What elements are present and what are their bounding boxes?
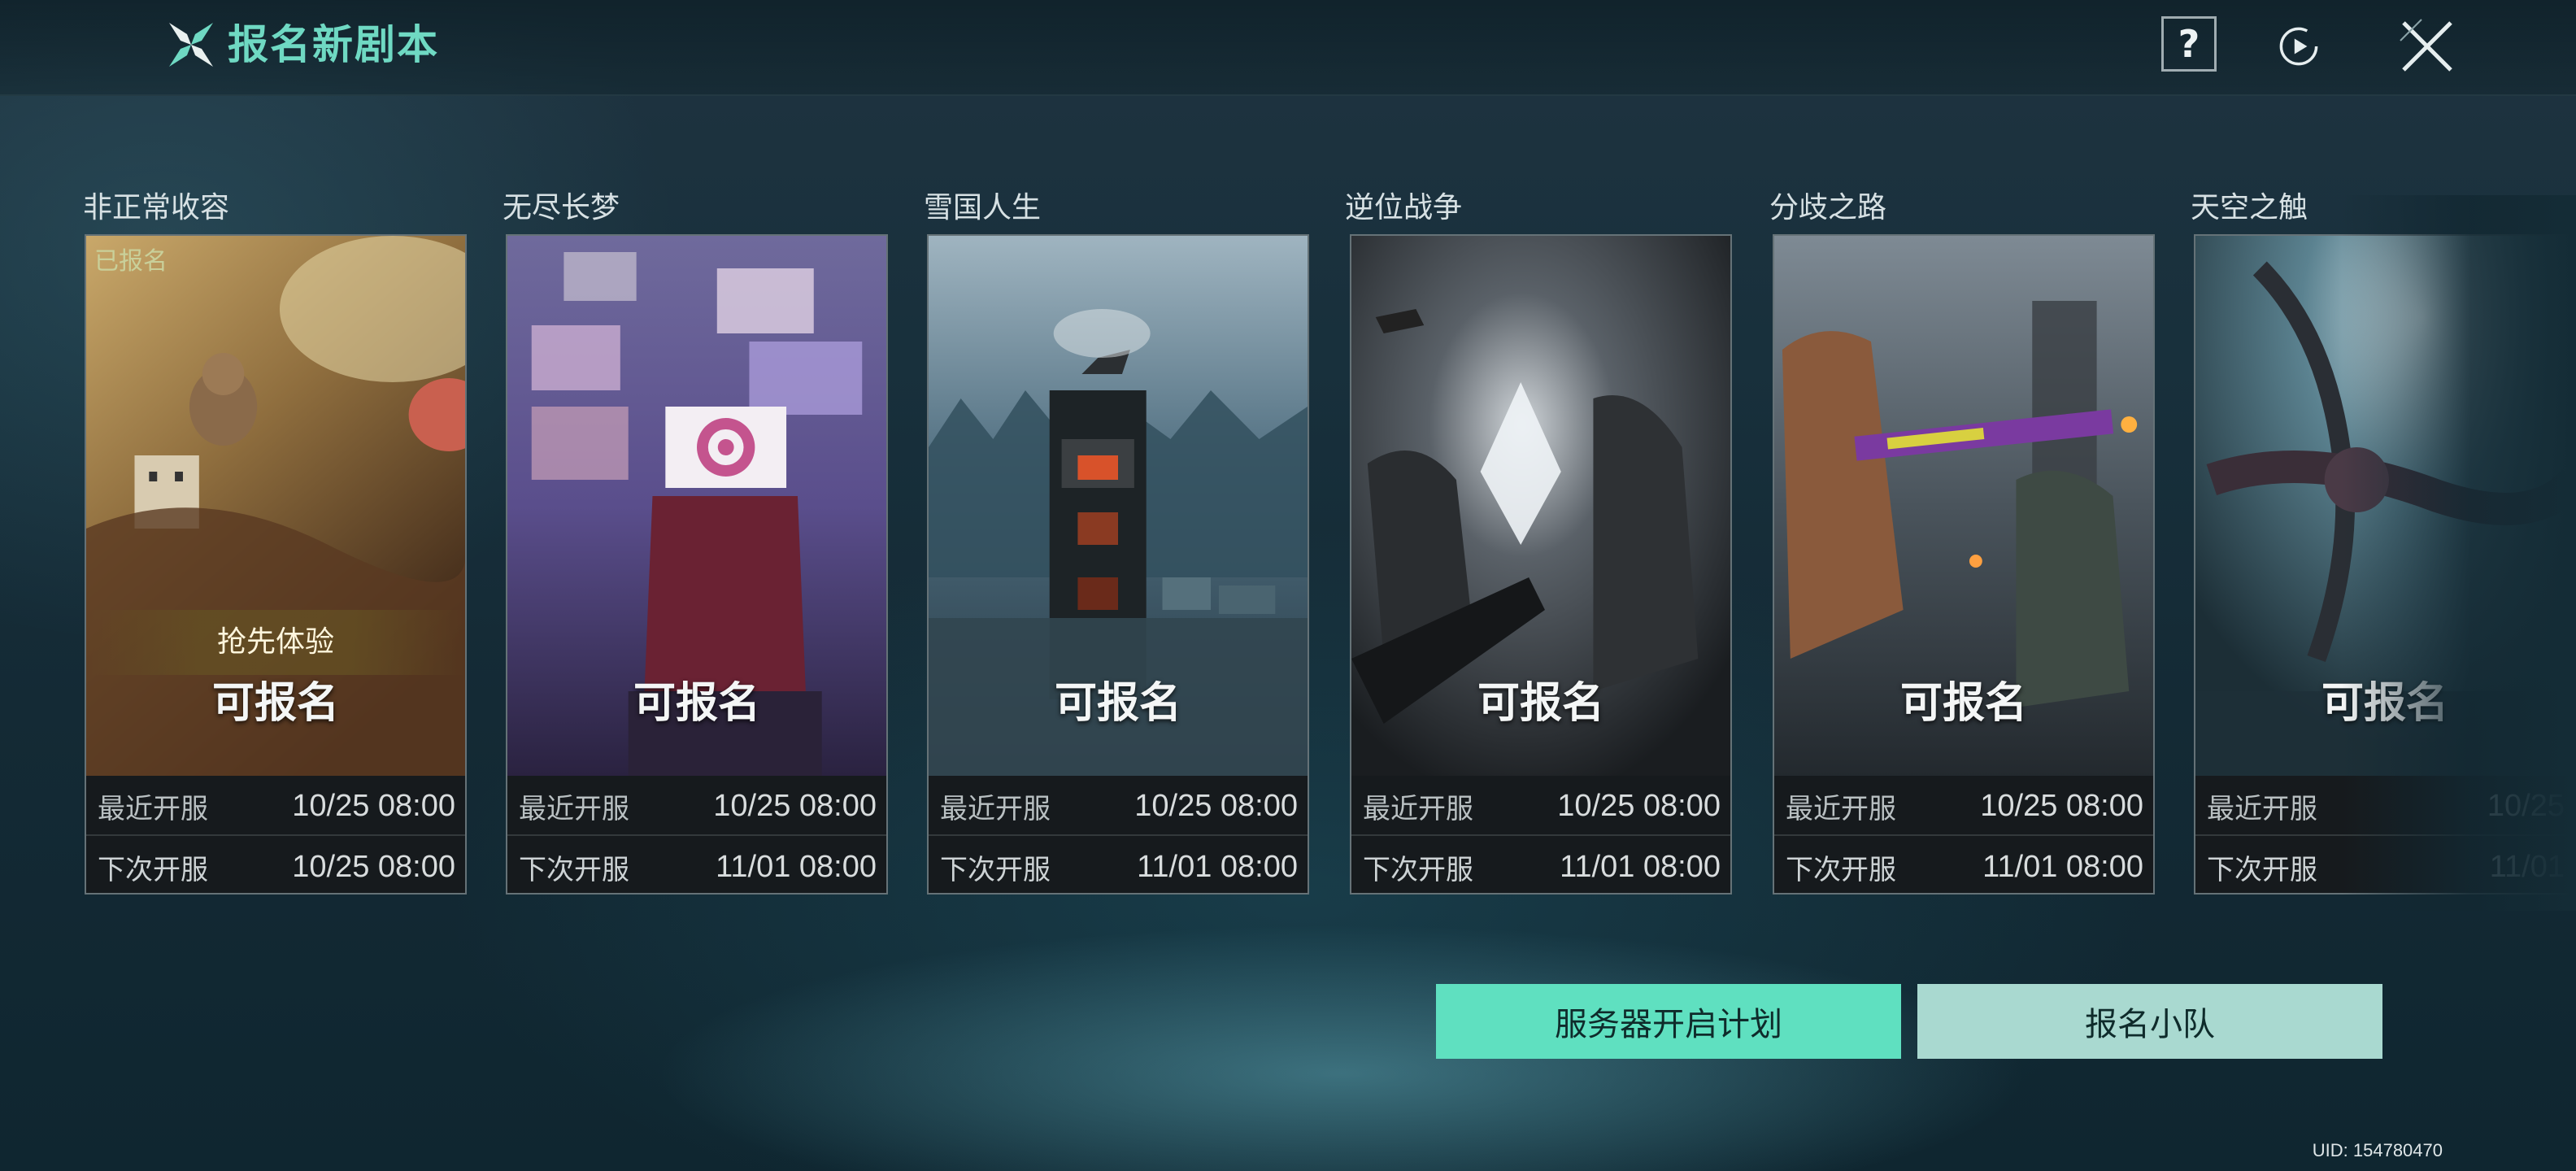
card-info: 最近开服 10/25 08:00 下次开服 11/01 08:00: [1774, 776, 2153, 893]
recent-open-label: 最近开服: [2207, 792, 2317, 825]
status-label: 可报名: [1477, 679, 1604, 728]
next-open-row: 下次开服 10/25 08:00: [86, 838, 465, 893]
next-open-row: 下次开服 11/01 08:00: [507, 838, 886, 893]
card-title-sky-touch: 天空之触: [2191, 191, 2308, 224]
next-open-value: 11/01 08:00: [1560, 849, 1721, 884]
card-title-reverse-war: 逆位战争: [1345, 191, 1463, 224]
recent-open-row: 最近开服 10/25 08:00: [1351, 777, 1730, 836]
status-label: 可报名: [633, 679, 760, 728]
next-open-value: 11/01: [2489, 849, 2565, 884]
recent-open-value: 10/25 08:00: [1557, 788, 1721, 823]
logo-icon: [164, 18, 218, 72]
register-squad-button[interactable]: 报名小队: [1917, 984, 2382, 1059]
next-open-row: 下次开服 11/01 08:00: [1774, 838, 2153, 893]
recent-open-value: 10/25 08:00: [1980, 788, 2143, 823]
next-open-value: 11/01 08:00: [1137, 849, 1298, 884]
card-info: 最近开服 10/25 08:00 下次开服 11/01 08:00: [929, 776, 1308, 893]
next-open-value: 11/01 08:00: [1982, 849, 2143, 884]
next-open-value: 11/01 08:00: [716, 849, 877, 884]
next-open-row: 下次开服 11/01: [2195, 838, 2574, 893]
next-open-value: 10/25 08:00: [292, 849, 455, 884]
replay-button[interactable]: [2269, 16, 2329, 76]
card-title-abnormal-containment: 非正常收容: [83, 191, 230, 224]
next-open-label: 下次开服: [1786, 853, 1896, 886]
recent-open-row: 最近开服 10/25: [2195, 777, 2574, 836]
card-info: 最近开服 10/25 08:00 下次开服 10/25 08:00: [86, 776, 465, 893]
card-title-divergent-road: 分歧之路: [1769, 191, 1887, 224]
top-bar: 报名新剧本 ?: [0, 0, 2576, 96]
next-open-row: 下次开服 11/01 08:00: [1351, 838, 1730, 893]
scenario-card-abnormal-containment[interactable]: 已报名 抢先体验 可报名 最近开服 10/25 08:00 下次开服 10/25…: [85, 234, 467, 895]
next-open-label: 下次开服: [2207, 853, 2317, 886]
scenario-card-divergent-road[interactable]: 可报名 最近开服 10/25 08:00 下次开服 11/01 08:00: [1773, 234, 2155, 895]
status-label: 可报名: [1899, 679, 2027, 728]
next-open-label: 下次开服: [98, 853, 208, 886]
card-title-snow-country-life: 雪国人生: [924, 191, 1042, 224]
replay-icon: [2279, 27, 2318, 66]
recent-open-row: 最近开服 10/25 08:00: [929, 777, 1308, 836]
status-label: 可报名: [211, 679, 339, 728]
recent-open-row: 最近开服 10/25 08:00: [507, 777, 886, 836]
card-info: 最近开服 10/25 下次开服 11/01: [2195, 776, 2574, 893]
card-info: 最近开服 10/25 08:00 下次开服 11/01 08:00: [507, 776, 886, 893]
recent-open-label: 最近开服: [519, 792, 629, 825]
next-open-row: 下次开服 11/01 08:00: [929, 838, 1308, 893]
recent-open-label: 最近开服: [1786, 792, 1896, 825]
status-label: 可报名: [2321, 679, 2448, 728]
page-title: 报名新剧本: [228, 21, 439, 68]
recent-open-label: 最近开服: [940, 792, 1051, 825]
scenario-card-reverse-war[interactable]: 可报名 最近开服 10/25 08:00 下次开服 11/01 08:00: [1350, 234, 1732, 895]
scenario-card-sky-touch[interactable]: 可报名 最近开服 10/25 下次开服 11/01: [2194, 234, 2576, 895]
recent-open-row: 最近开服 10/25 08:00: [1774, 777, 2153, 836]
recent-open-value: 10/25 08:00: [1134, 788, 1298, 823]
recent-open-value: 10/25 08:00: [713, 788, 877, 823]
next-open-label: 下次开服: [940, 853, 1051, 886]
card-title-endless-dream: 无尽长梦: [503, 191, 620, 224]
help-button[interactable]: ?: [2161, 16, 2217, 72]
registered-badge: 已报名: [94, 247, 168, 276]
status-label: 可报名: [1054, 679, 1181, 728]
scenario-card-endless-dream[interactable]: 可报名 最近开服 10/25 08:00 下次开服 11/01 08:00: [506, 234, 888, 895]
recent-open-row: 最近开服 10/25 08:00: [86, 777, 465, 836]
uid-label: UID: 154780470: [2312, 1140, 2443, 1160]
close-button[interactable]: [2397, 16, 2457, 76]
next-open-label: 下次开服: [1363, 853, 1473, 886]
recent-open-value: 10/25: [2487, 788, 2565, 823]
close-icon: [2400, 19, 2452, 72]
card-info: 最近开服 10/25 08:00 下次开服 11/01 08:00: [1351, 776, 1730, 893]
recent-open-label: 最近开服: [1363, 792, 1473, 825]
scenario-card-snow-country-life[interactable]: 可报名 最近开服 10/25 08:00 下次开服 11/01 08:00: [927, 234, 1309, 895]
help-icon: ?: [2178, 22, 2200, 66]
server-plan-button[interactable]: 服务器开启计划: [1436, 984, 1901, 1059]
early-access-label: 抢先体验: [86, 610, 465, 675]
recent-open-label: 最近开服: [98, 792, 208, 825]
recent-open-value: 10/25 08:00: [292, 788, 455, 823]
next-open-label: 下次开服: [519, 853, 629, 886]
